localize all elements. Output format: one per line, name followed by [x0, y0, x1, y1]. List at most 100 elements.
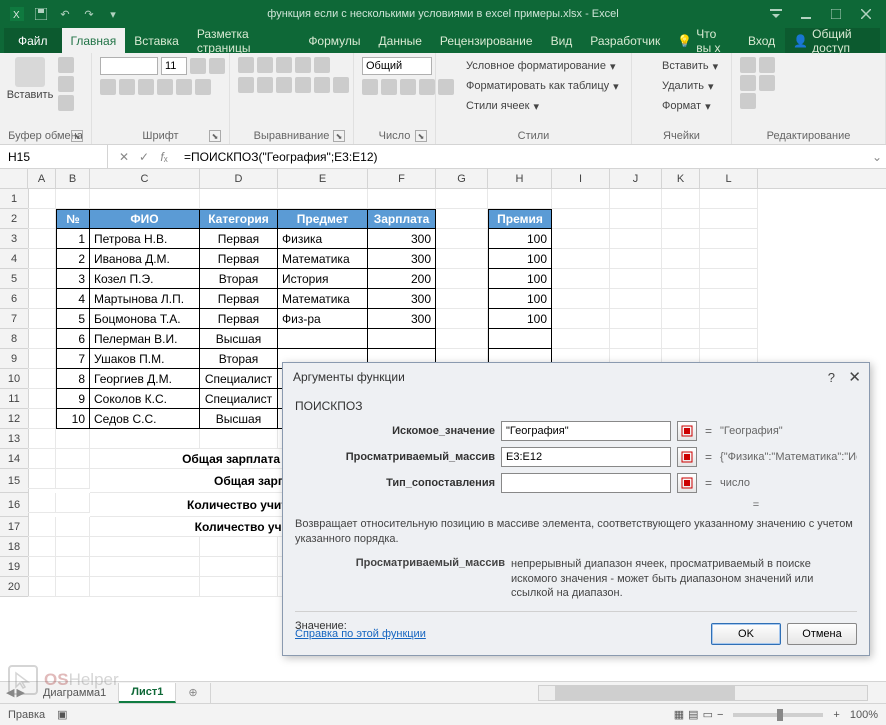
insert-cells-button[interactable]: Вставить ▾ — [640, 57, 722, 75]
range-picker-icon-2[interactable] — [677, 473, 697, 493]
cell[interactable] — [28, 309, 56, 329]
formula-input[interactable]: =ПОИСКПОЗ("География";E3:E12) — [180, 150, 872, 164]
cell[interactable] — [28, 249, 56, 269]
th-fio[interactable]: ФИО — [90, 209, 200, 229]
cell[interactable] — [610, 289, 662, 309]
arg-input-0[interactable] — [501, 421, 671, 441]
cell-fio-2[interactable]: Козел П.Э. — [90, 269, 200, 289]
th-cat[interactable]: Категория — [200, 209, 278, 229]
row-20[interactable]: 20 — [0, 577, 28, 597]
cell[interactable] — [56, 557, 90, 577]
row-3[interactable]: 3 — [0, 229, 28, 249]
cell-fio-7[interactable]: Георгиев Д.М. — [90, 369, 200, 389]
cell-prem-0[interactable]: 100 — [488, 229, 552, 249]
cell-cat-1[interactable]: Первая — [200, 249, 278, 269]
cell[interactable] — [90, 557, 200, 577]
cancel-formula-icon[interactable]: ✕ — [116, 150, 132, 164]
col-L[interactable]: L — [700, 169, 758, 188]
cell[interactable] — [610, 329, 662, 349]
cell-subj-2[interactable]: История — [278, 269, 368, 289]
sheet-nav-next-icon[interactable]: ▶ — [16, 686, 24, 699]
cell[interactable] — [28, 209, 56, 229]
font-name-input[interactable] — [100, 57, 158, 75]
align-left-icon[interactable] — [238, 77, 254, 93]
tab-data[interactable]: Данные — [370, 28, 431, 53]
cell[interactable] — [28, 289, 56, 309]
cell-cat-5[interactable]: Высшая — [200, 329, 278, 349]
cell[interactable] — [552, 249, 610, 269]
cell[interactable] — [200, 429, 278, 449]
col-E[interactable]: E — [278, 169, 368, 188]
sort-filter-icon[interactable] — [759, 57, 775, 73]
col-J[interactable]: J — [610, 169, 662, 188]
cell-sal-3[interactable]: 300 — [368, 289, 436, 309]
row-12[interactable]: 12 — [0, 409, 28, 429]
cell-fio-4[interactable]: Боцмонова Т.А. — [90, 309, 200, 329]
dialog-help-icon[interactable]: ? — [828, 370, 835, 385]
col-H[interactable]: H — [488, 169, 552, 188]
cell[interactable] — [28, 517, 56, 537]
increase-font-icon[interactable] — [190, 58, 206, 74]
cell[interactable] — [436, 229, 488, 249]
cell[interactable] — [700, 329, 758, 349]
col-B[interactable]: B — [56, 169, 90, 188]
view-page-break-icon[interactable]: ▭ — [703, 708, 713, 721]
autosum-icon[interactable] — [740, 57, 756, 73]
cell[interactable] — [28, 229, 56, 249]
cell[interactable] — [56, 429, 90, 449]
align-launcher[interactable]: ⬊ — [333, 130, 345, 142]
cell[interactable] — [28, 329, 56, 349]
cell[interactable] — [662, 309, 700, 329]
col-D[interactable]: D — [200, 169, 278, 188]
tell-me[interactable]: 💡Что вы х — [669, 28, 738, 53]
cell[interactable] — [28, 409, 56, 429]
cell-n-3[interactable]: 4 — [56, 289, 90, 309]
bold-icon[interactable] — [100, 79, 116, 95]
cell[interactable] — [90, 189, 200, 209]
cell[interactable] — [200, 537, 278, 557]
cell[interactable] — [28, 269, 56, 289]
cell-prem-4[interactable]: 100 — [488, 309, 552, 329]
cell[interactable] — [662, 289, 700, 309]
cell[interactable] — [610, 209, 662, 229]
range-picker-icon-0[interactable] — [677, 421, 697, 441]
dialog-close-icon[interactable]: ✕ — [848, 368, 861, 386]
row-8[interactable]: 8 — [0, 329, 28, 349]
cell-fio-6[interactable]: Ушаков П.М. — [90, 349, 200, 369]
row-6[interactable]: 6 — [0, 289, 28, 309]
cell[interactable] — [90, 429, 200, 449]
col-I[interactable]: I — [552, 169, 610, 188]
range-picker-icon-1[interactable] — [677, 447, 697, 467]
cell-prem-1[interactable]: 100 — [488, 249, 552, 269]
row-4[interactable]: 4 — [0, 249, 28, 269]
percent-icon[interactable] — [381, 79, 397, 95]
cell[interactable] — [28, 537, 56, 557]
cell-fio-3[interactable]: Мартынова Л.П. — [90, 289, 200, 309]
increase-indent-icon[interactable] — [314, 77, 330, 93]
tab-view[interactable]: Вид — [542, 28, 582, 53]
cell[interactable] — [700, 249, 758, 269]
row-5[interactable]: 5 — [0, 269, 28, 289]
comma-icon[interactable] — [400, 79, 416, 95]
cell[interactable] — [662, 269, 700, 289]
cell[interactable] — [662, 229, 700, 249]
undo-icon[interactable]: ↶ — [56, 5, 74, 23]
close-icon[interactable] — [852, 4, 880, 24]
cell[interactable] — [28, 189, 56, 209]
cell[interactable] — [28, 449, 56, 469]
cell[interactable] — [610, 249, 662, 269]
cell[interactable] — [552, 329, 610, 349]
col-A[interactable]: A — [28, 169, 56, 188]
macro-record-icon[interactable]: ▣ — [57, 708, 67, 721]
cell[interactable] — [436, 189, 488, 209]
increase-decimal-icon[interactable] — [419, 79, 435, 95]
cell-prem-5[interactable] — [488, 329, 552, 349]
cell[interactable] — [700, 269, 758, 289]
sheet-nav-prev-icon[interactable]: ◀ — [6, 686, 14, 699]
conditional-formatting-button[interactable]: Условное форматирование ▾ — [444, 57, 619, 75]
wrap-text-icon[interactable] — [314, 57, 330, 73]
cell-n-4[interactable]: 5 — [56, 309, 90, 329]
cell-sal-4[interactable]: 300 — [368, 309, 436, 329]
cell-styles-button[interactable]: Стили ячеек ▾ — [444, 97, 543, 115]
cell[interactable] — [56, 493, 90, 513]
